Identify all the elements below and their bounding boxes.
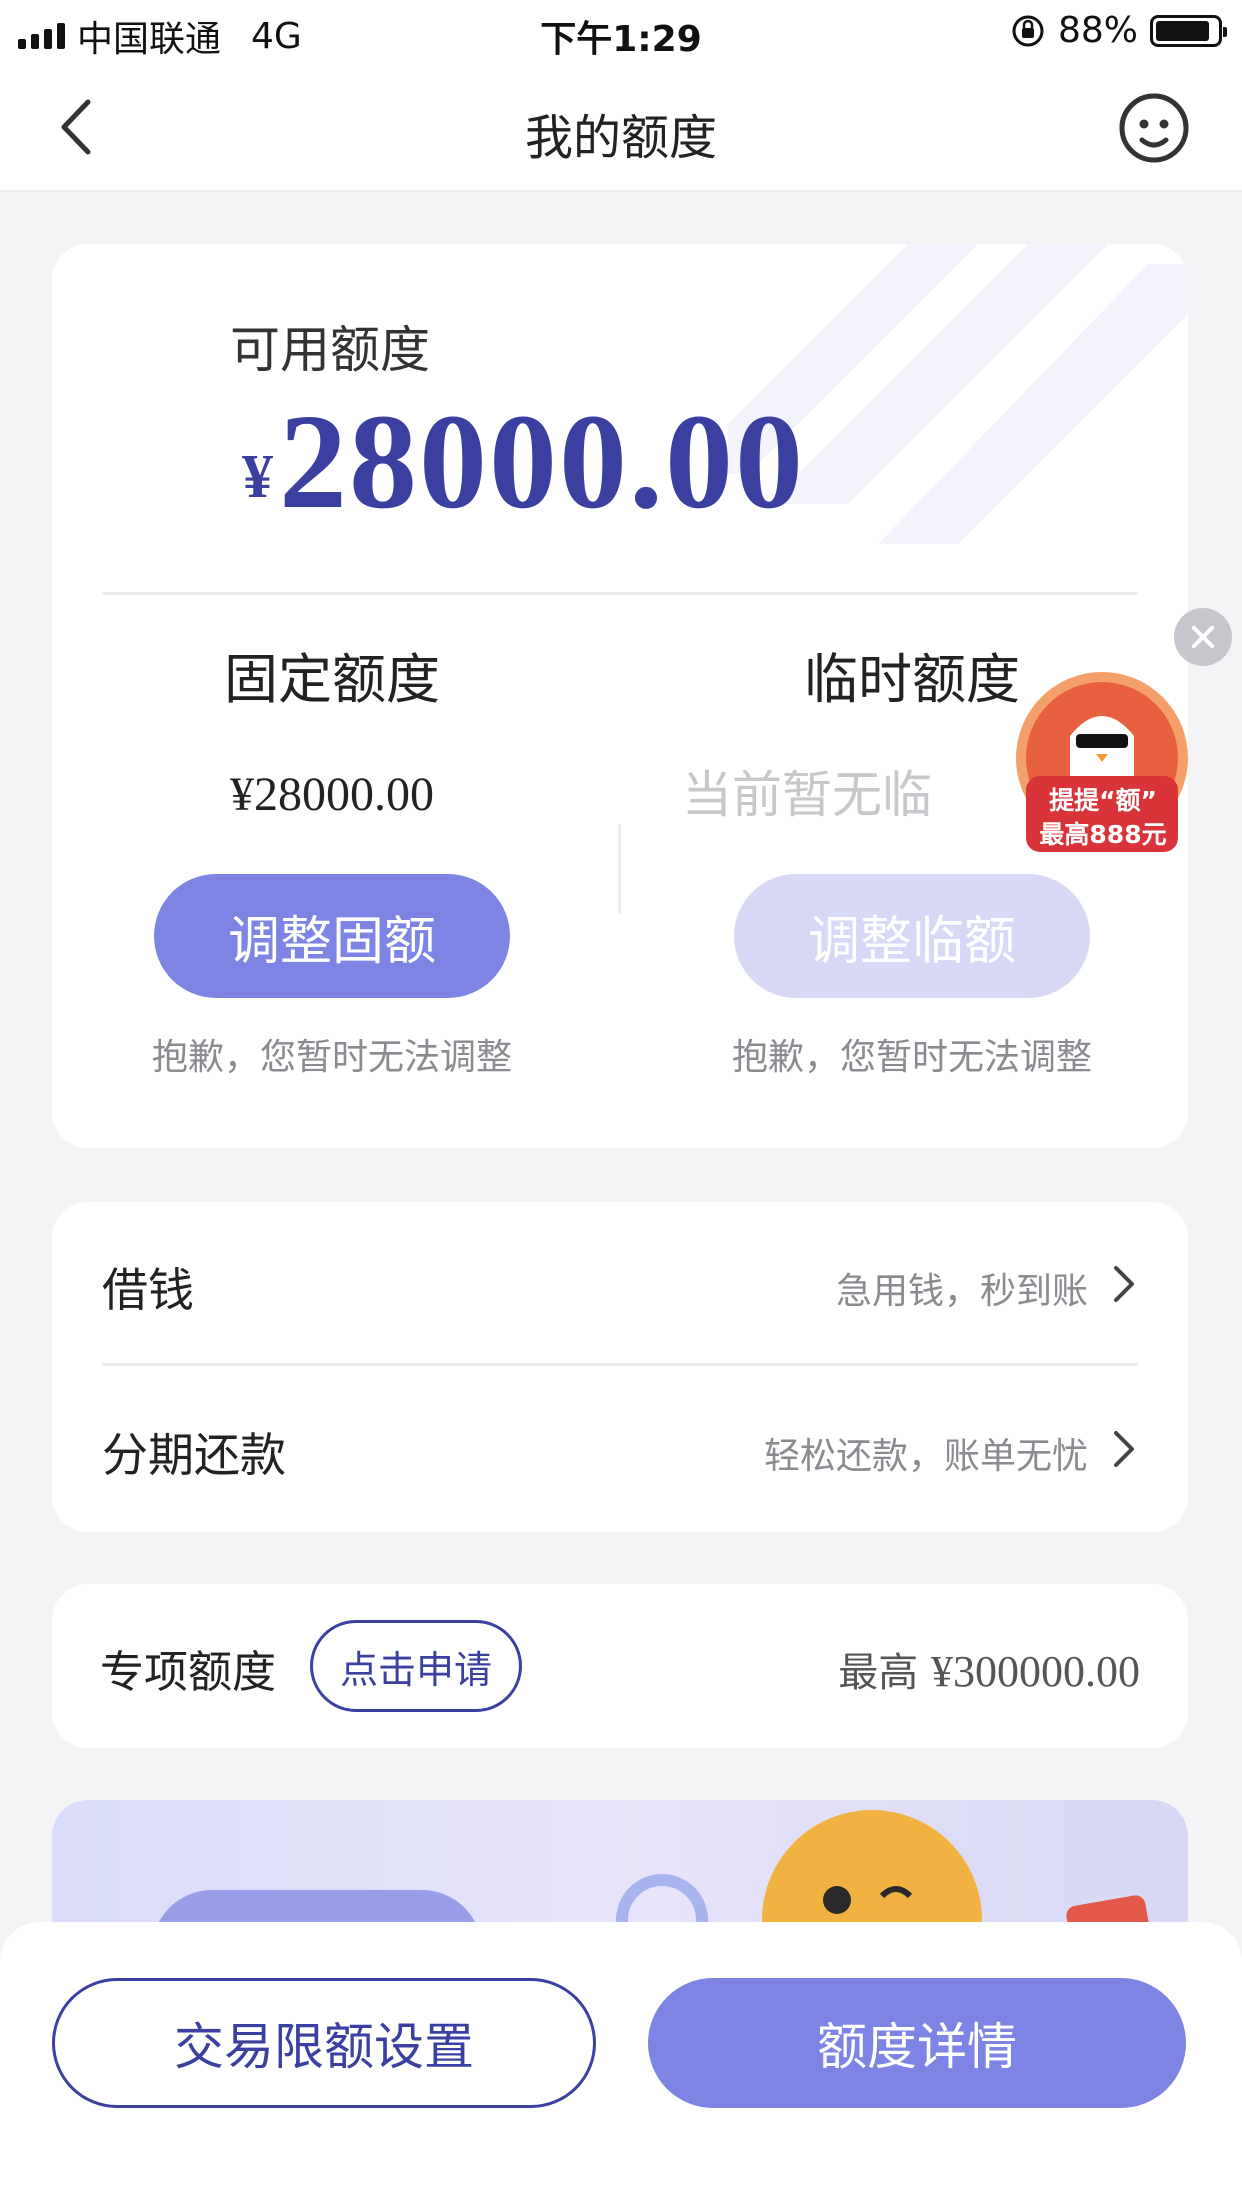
currency-symbol: ¥ [242, 443, 273, 511]
special-quota-max: 最高 ¥300000.00 [838, 1640, 1140, 1698]
promo-line1: 提提“额” [1049, 786, 1157, 815]
bottom-action-bar: 交易限额设置 额度详情 [0, 1922, 1242, 2208]
quota-details-button[interactable]: 额度详情 [648, 1978, 1186, 2108]
adjust-temporary-button[interactable]: 调整临额 [734, 874, 1090, 998]
divider-vertical [618, 824, 621, 914]
menu-item-installment[interactable]: 分期还款 轻松还款，账单无忧 [102, 1367, 1138, 1531]
fixed-quota-value: ¥28000.00 [230, 768, 434, 821]
nav-bar: 我的额度 [0, 62, 1242, 192]
menu-item-desc: 轻松还款，账单无忧 [763, 1436, 1088, 1477]
promo-line2: 最高888元 [1039, 820, 1167, 849]
special-quota-amount: ¥300000.00 [931, 1647, 1140, 1696]
status-right: 88% [1010, 10, 1227, 51]
chevron-right-icon [1114, 1266, 1134, 1302]
limit-settings-button[interactable]: 交易限额设置 [52, 1978, 596, 2108]
promo-text: 提提“额” 最高888元 [1018, 784, 1188, 852]
special-quota-label: 专项额度 [100, 1647, 276, 1698]
promo-close-button[interactable] [1174, 608, 1232, 666]
menu-card: 借钱 急用钱，秒到账 分期还款 轻松还款，账单无忧 [52, 1202, 1188, 1532]
adjust-fixed-button[interactable]: 调整固额 [154, 874, 510, 998]
special-quota-prefix: 最高 [838, 1650, 919, 1696]
menu-item-desc: 急用钱，秒到账 [835, 1271, 1088, 1312]
apply-special-button[interactable]: 点击申请 [310, 1620, 522, 1712]
menu-item-label: 借钱 [102, 1263, 194, 1317]
available-label: 可用额度 [230, 321, 430, 379]
page-title: 我的额度 [524, 110, 717, 166]
customer-service-icon [1119, 93, 1189, 163]
special-quota-card: 专项额度 点击申请 最高 ¥300000.00 [52, 1584, 1188, 1748]
battery-percent: 88% [1057, 10, 1138, 51]
chevron-right-icon [1114, 1431, 1134, 1467]
menu-item-borrow[interactable]: 借钱 急用钱，秒到账 [102, 1202, 1138, 1366]
available-amount-value: 28000.00 [279, 387, 805, 537]
menu-item-label: 分期还款 [102, 1428, 286, 1482]
rotation-lock-icon [1012, 15, 1044, 46]
battery-icon [1150, 14, 1227, 47]
temporary-adjust-note: 抱歉，您暂时无法调整 [731, 1037, 1092, 1078]
divider [102, 592, 1138, 595]
fixed-quota-section: 固定额度 ¥28000.00 调整固额 抱歉，您暂时无法调整 [92, 644, 572, 1080]
available-amount: ¥28000.00 [242, 384, 805, 540]
customer-service-button[interactable] [1116, 90, 1192, 166]
fixed-quota-title: 固定额度 [224, 648, 440, 711]
status-bar: 中国联通 4G 下午1:29 88% [0, 0, 1242, 62]
fixed-adjust-note: 抱歉，您暂时无法调整 [151, 1037, 512, 1078]
